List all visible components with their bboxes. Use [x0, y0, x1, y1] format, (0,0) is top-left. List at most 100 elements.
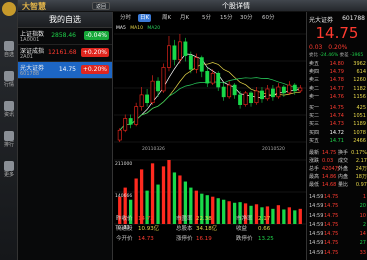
label: 市盈率 — [176, 216, 193, 222]
chart-icon — [4, 71, 14, 81]
value: 10.93亿 — [138, 226, 160, 232]
watchlist-row[interactable]: 上证指数 1A0001 2858.46 -0.04% — [18, 28, 112, 45]
candle-body — [205, 71, 210, 84]
value: 13.25 — [258, 236, 274, 242]
watchlist-row[interactable]: 深证成指 2A01 12161.68 +0.20% — [18, 45, 112, 62]
candlestick-chart[interactable]: 20110326 2011052021100014066670333 — [114, 32, 306, 232]
label: 昨收价 — [116, 216, 133, 222]
level-label: 卖二 — [309, 85, 320, 92]
value: 34.18亿 — [196, 226, 218, 232]
level-price: 14.79 — [329, 69, 344, 76]
stat-value: 14.86 — [322, 174, 337, 180]
tick-row: 14:59 14.75 2 — [307, 221, 367, 230]
candle-body — [287, 84, 292, 94]
level-volume: 1078 — [353, 129, 366, 136]
level-price: 14.75 — [329, 105, 344, 111]
candle-body — [188, 55, 193, 70]
level-label: 卖五 — [309, 61, 320, 67]
order-ratio: 委比 -24.46% 委差 -3965 — [309, 52, 367, 58]
stat-value: 2.17 — [355, 158, 367, 164]
logo-icon — [2, 2, 16, 16]
tick-price: 14.75 — [324, 212, 339, 219]
candle-body — [254, 90, 259, 104]
level-volume: 1156 — [353, 93, 366, 100]
tab-3[interactable]: 月K — [178, 14, 191, 22]
date-label: 20110326 — [142, 146, 165, 152]
wecha-value: -3965 — [350, 53, 364, 58]
candle-body — [161, 67, 166, 92]
tick-volume: 2 — [362, 221, 366, 228]
stat-value: 24万 — [355, 166, 367, 172]
tab-4[interactable]: 5分 — [200, 14, 213, 22]
tick-volume: 27 — [359, 240, 366, 247]
stat-label: 内盘 — [338, 174, 349, 180]
watchlist-title: 我的自选 — [18, 12, 112, 28]
tick-time: 14:59 — [309, 203, 324, 210]
value: 22.38 — [196, 216, 212, 222]
tick-row: 14:59 14.75 20 — [307, 202, 367, 211]
candle-body — [265, 88, 270, 100]
tick-time: 14:59 — [309, 194, 324, 200]
fundamentals: 昨收价 14.72 市盈率 22.38 市净率 2.17 流通股 10.93亿 … — [114, 214, 306, 260]
orderbook-row: 卖一 14.76 1156 — [307, 93, 367, 101]
rail-label: 更多 — [3, 172, 14, 178]
orderbook-row: 买一 14.75 425 — [307, 104, 367, 112]
candle-body — [292, 84, 297, 92]
ask-book: 卖五 14.80 3962 卖四 14.79 614 卖三 14.78 1260 卖二 14.77 1… — [307, 60, 367, 101]
change-badge: -0.04% — [83, 31, 109, 40]
rail-item-watchlist[interactable]: 自选 — [1, 40, 17, 62]
tick-volume: 10 — [359, 212, 366, 219]
stat-label: 最低 — [309, 182, 320, 188]
tab-2[interactable]: 周K — [160, 14, 173, 22]
level-label: 买二 — [309, 113, 320, 120]
stock-price: 14.75 — [58, 66, 76, 73]
label: 今开价 — [116, 236, 133, 242]
stat-label: 量比 — [338, 182, 349, 188]
level-price: 14.80 — [329, 61, 344, 67]
period-tabs: 分时 日K 周K 月K 5分 15分 30分 60分 — [114, 13, 306, 23]
rail-item-market[interactable]: 行情 — [1, 70, 17, 92]
tick-row: 14:59 14.75 14 — [307, 230, 367, 239]
tick-list[interactable]: 14:59 14.75 1 14:59 14.75 20 14:59 14.75 10 14:59… — [307, 193, 367, 258]
tab-1[interactable]: 日K — [138, 14, 152, 22]
tick-price: 14.75 — [324, 221, 339, 228]
rail-label: 资讯 — [3, 112, 14, 118]
quote-stats: 最新 14.75 换手 0.17% 涨跌 0.03 成交 2.17 总手 4204万 外盘 24万 最高… — [307, 149, 367, 189]
tab-7[interactable]: 60分 — [260, 14, 277, 22]
label: 总股本 — [176, 226, 193, 232]
value: 16.19 — [196, 236, 212, 242]
stat-value: 18万 — [355, 174, 367, 180]
left-rail: 自选 行情 资讯 排行 更多 — [0, 0, 18, 260]
stock-code: 2A01 — [20, 54, 33, 60]
tab-0[interactable]: 分时 — [118, 14, 133, 22]
tick-price: 14.75 — [324, 194, 339, 200]
tick-time: 14:59 — [309, 249, 324, 256]
tab-5[interactable]: 15分 — [218, 14, 235, 22]
candle-body — [249, 92, 253, 104]
rail-item-news[interactable]: 资讯 — [1, 100, 17, 122]
level-label: 买四 — [309, 129, 320, 136]
level-volume: 3962 — [353, 61, 366, 67]
level-price: 14.76 — [329, 93, 344, 100]
candle-body — [227, 84, 232, 98]
back-button[interactable]: 返回 — [92, 2, 111, 10]
change-badge: +0.20% — [80, 65, 109, 74]
rail-item-rank[interactable]: 排行 — [1, 130, 17, 152]
level-label: 买一 — [309, 105, 320, 111]
stat-row: 涨跌 0.03 成交 2.17 — [307, 157, 367, 165]
candle-body — [183, 41, 188, 56]
candle-body — [172, 45, 177, 60]
stat-value: 0.03 — [322, 158, 334, 164]
candle-body — [216, 72, 221, 88]
change-value: 0.03 — [309, 44, 323, 51]
tab-6[interactable]: 30分 — [238, 14, 255, 22]
stat-row: 总手 4204万 外盘 24万 — [307, 165, 367, 173]
watchlist-row[interactable]: 光大证券 601788 14.75 +0.20% — [18, 62, 112, 79]
candle-body — [150, 80, 155, 104]
stat-row: 最高 14.86 内盘 18万 — [307, 173, 367, 181]
rail-item-more[interactable]: 更多 — [1, 160, 17, 182]
stock-code: 601788 — [342, 15, 365, 22]
stat-row: 最低 14.68 量比 0.97 — [307, 181, 367, 189]
orderbook-row: 买五 14.71 2466 — [307, 137, 367, 145]
candle-body — [139, 94, 144, 107]
